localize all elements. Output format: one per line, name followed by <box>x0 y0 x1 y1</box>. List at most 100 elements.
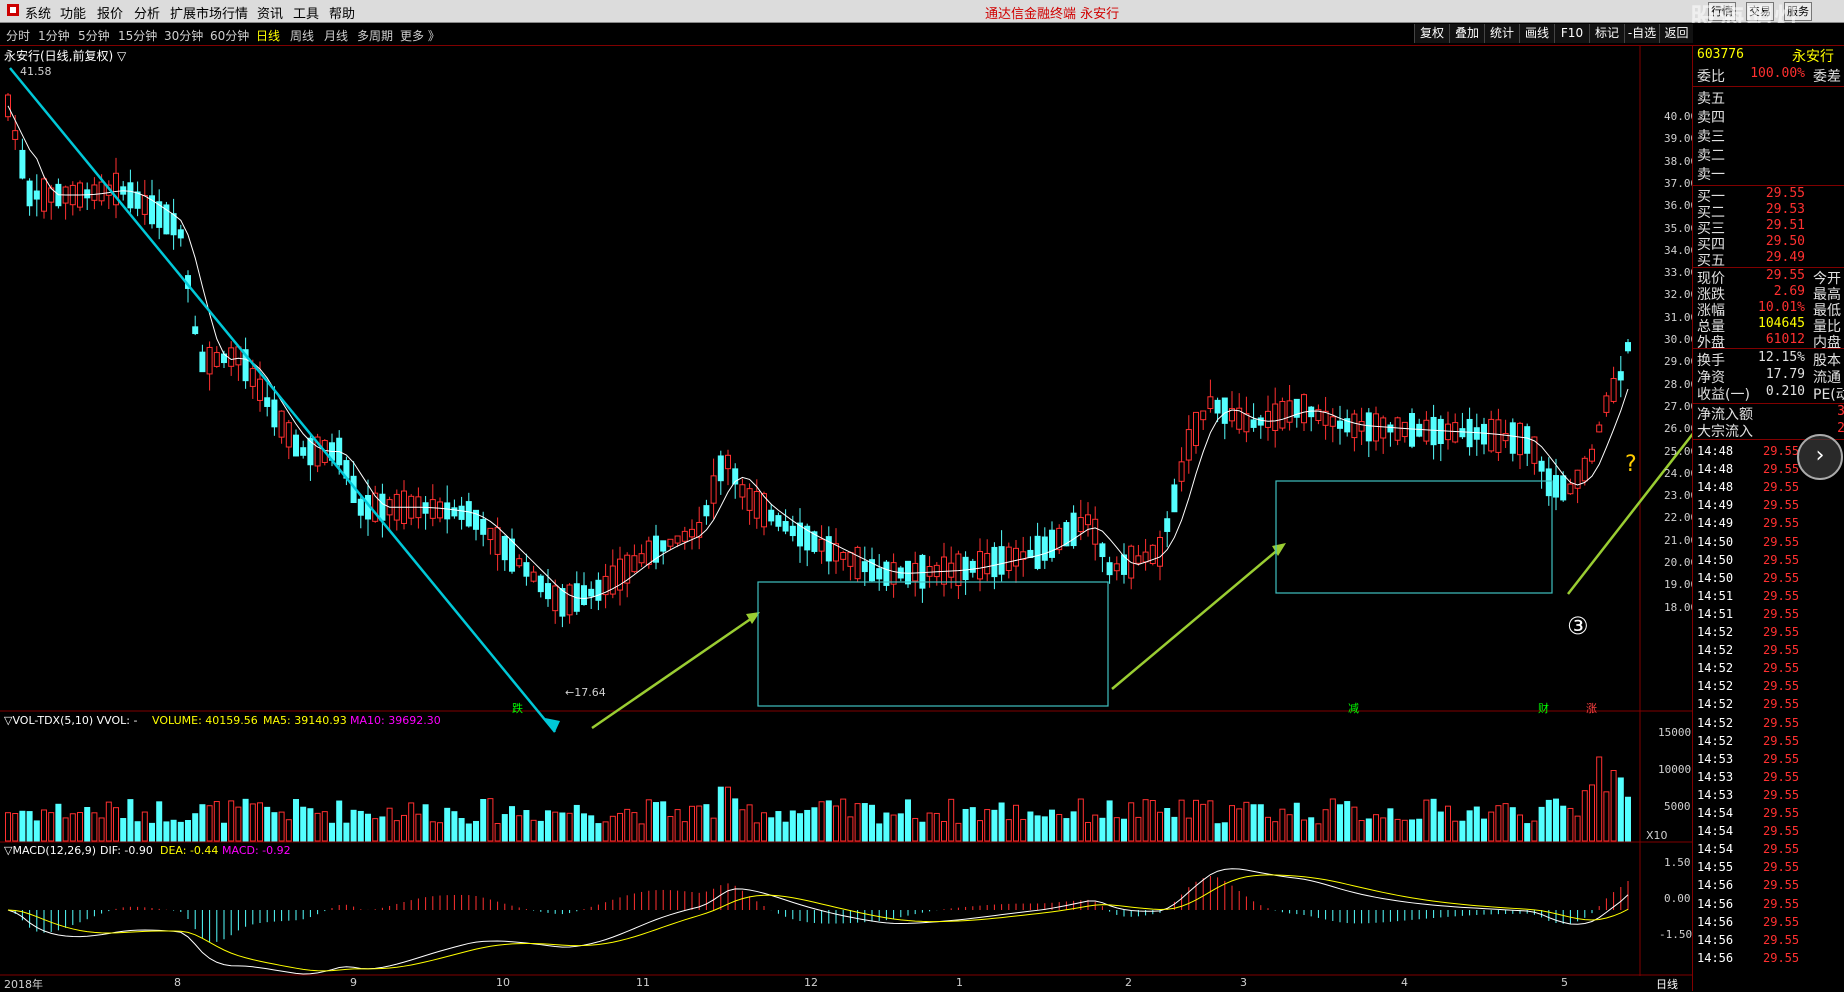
period-60min[interactable]: 60分钟 <box>210 27 249 44</box>
xaxis-label-jan: 1 <box>956 976 963 989</box>
candle-body <box>905 560 911 585</box>
candle-body <box>1481 423 1487 445</box>
tick-time: 14:48 <box>1697 480 1734 495</box>
kline-chart-area[interactable]: 永安行(日线,前复权) ▽ 41.58 ←17.64 跌 减 财 涨 ③ ? 4… <box>0 46 1697 991</box>
candle-body <box>991 546 998 578</box>
volume-bar <box>919 821 926 842</box>
vol-ma5-value: MA5: 39140.93 <box>263 714 347 727</box>
draw-line-button[interactable]: 画线 <box>1519 24 1554 43</box>
candle-body <box>782 521 789 532</box>
candle-body <box>192 326 199 335</box>
tick-time: 14:52 <box>1697 715 1734 730</box>
tick-row: 14:52 29.55 <box>1697 679 1844 697</box>
expand-arrow-icon[interactable]: › <box>1797 434 1843 480</box>
volume-bar <box>1049 809 1055 842</box>
period-30min[interactable]: 30分钟 <box>164 27 203 44</box>
period-monthly[interactable]: 月线 <box>324 27 348 44</box>
tick-price: 29.55 <box>1763 932 1800 947</box>
tick-row: 14:48 29.55 <box>1697 480 1844 498</box>
candle-body <box>1164 518 1171 532</box>
tick-price: 29.55 <box>1763 842 1800 857</box>
candle-body <box>206 346 213 375</box>
volume-bar <box>1430 798 1437 842</box>
flow-value: 3 <box>1837 404 1844 419</box>
period-daily[interactable]: 日线 <box>256 27 280 44</box>
volume-bar <box>199 804 206 842</box>
volume-bar <box>789 810 796 842</box>
candle-body <box>293 434 299 457</box>
volume-bar <box>761 812 767 842</box>
menu-function[interactable]: 功能 <box>60 3 86 22</box>
period-15min[interactable]: 15分钟 <box>118 27 157 44</box>
candle-body <box>213 352 220 367</box>
candle-body <box>1200 410 1207 421</box>
candle-body <box>1085 514 1091 526</box>
candle-body <box>451 507 458 517</box>
high-price-marker: 41.58 <box>20 65 52 78</box>
menu-help[interactable]: 帮助 <box>329 3 355 22</box>
app-logo-icon[interactable] <box>6 3 20 21</box>
consolidation-box-1 <box>757 581 1109 707</box>
volume-bar <box>458 818 465 842</box>
volume-bar <box>1459 820 1466 842</box>
tick-time: 14:50 <box>1697 534 1734 549</box>
macd-indicator-name[interactable]: ▽MACD(12,26,9) <box>4 844 96 857</box>
stock-chart-title[interactable]: 永安行(日线,前复权) ▽ <box>4 47 126 64</box>
watchlist-button[interactable]: -自选 <box>1624 24 1659 43</box>
volume-bar <box>163 821 170 842</box>
menu-quote[interactable]: 报价 <box>97 3 123 22</box>
stat2-value: 12.15% <box>1758 350 1805 365</box>
period-1min[interactable]: 1分钟 <box>38 27 70 44</box>
tick-time: 14:49 <box>1697 498 1734 513</box>
volume-bar <box>437 822 443 842</box>
volume-bar <box>775 811 782 842</box>
stat-value: 104645 <box>1758 316 1805 331</box>
period-intraday[interactable]: 分时 <box>6 27 30 44</box>
menu-news[interactable]: 资讯 <box>257 3 283 22</box>
period-weekly[interactable]: 周线 <box>290 27 314 44</box>
mark-button[interactable]: 标记 <box>1589 24 1624 43</box>
stat-right-label: 内盘 <box>1813 335 1841 351</box>
period-5min[interactable]: 5分钟 <box>78 27 110 44</box>
candle-body <box>1589 448 1595 462</box>
menu-tools[interactable]: 工具 <box>293 3 319 22</box>
candle-body <box>1553 475 1559 498</box>
candle-body <box>12 130 19 140</box>
f10-button[interactable]: F10 <box>1554 24 1589 43</box>
volume-bar <box>804 809 811 842</box>
volume-bar <box>5 812 11 842</box>
volume-bar <box>847 816 854 842</box>
statistics-button[interactable]: 统计 <box>1484 24 1519 43</box>
menu-system[interactable]: 系统 <box>25 3 51 22</box>
candle-body <box>177 229 184 239</box>
menu-analysis[interactable]: 分析 <box>134 3 160 22</box>
period-multi[interactable]: 多周期 <box>357 27 393 44</box>
candle-body <box>545 583 551 600</box>
vol-indicator-name[interactable]: ▽VOL-TDX(5,10) VVOL: - <box>4 714 137 727</box>
candle-body <box>861 561 868 573</box>
overlay-button[interactable]: 叠加 <box>1449 24 1484 43</box>
volume-bar <box>69 813 76 842</box>
stat-value: 61012 <box>1765 332 1805 347</box>
candle-body <box>1279 400 1286 429</box>
candle-body <box>1517 422 1523 456</box>
candle-body <box>969 560 976 573</box>
candle-body <box>509 538 515 572</box>
adjust-button[interactable]: 复权 <box>1414 24 1449 43</box>
back-button[interactable]: 返回 <box>1659 24 1693 43</box>
candle-body <box>1625 342 1631 352</box>
volume-bar <box>343 822 350 842</box>
flow-label: 大宗流入 <box>1697 424 1753 440</box>
period-more[interactable]: 更多 》 <box>400 27 440 44</box>
tick-row: 14:52 29.55 <box>1697 661 1844 679</box>
volume-bar <box>1236 808 1243 842</box>
menu-extended-market[interactable]: 扩展市场行情 <box>170 3 248 22</box>
candle-body <box>1430 416 1437 446</box>
volume-bar <box>494 823 501 842</box>
volume-bar <box>336 800 343 842</box>
volume-bar <box>602 821 609 842</box>
volume-bar <box>941 821 947 842</box>
candle-body <box>703 505 710 517</box>
volume-bar <box>271 812 278 842</box>
macd-series <box>7 868 1629 975</box>
